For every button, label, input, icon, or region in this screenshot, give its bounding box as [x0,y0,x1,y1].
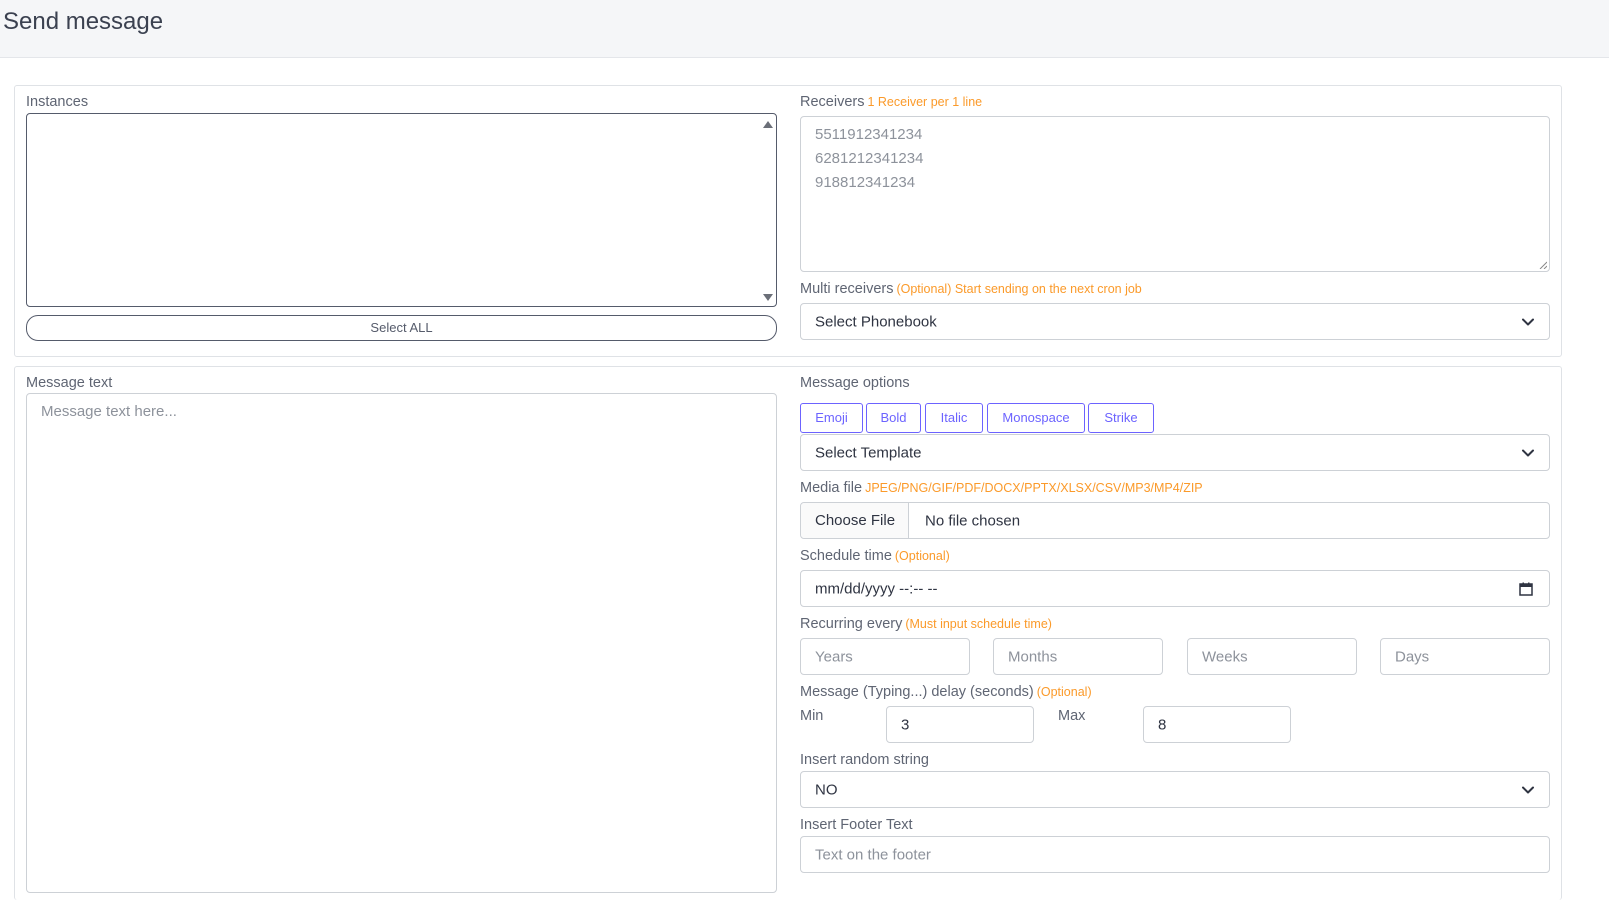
chevron-down-icon [1522,318,1534,325]
template-select[interactable]: Select Template [800,434,1550,471]
schedule-label: Schedule time (Optional) [800,548,950,564]
delay-min-label: Min [800,708,824,724]
media-file-input[interactable]: Choose File No file chosen [800,502,1550,539]
choose-file-button[interactable]: Choose File [801,503,909,538]
delay-min-input[interactable]: 3 [886,706,1034,743]
schedule-hint: (Optional) [894,549,950,563]
multi-receivers-label-text: Multi receivers [800,281,894,297]
multi-receivers-label: Multi receivers (Optional) Start sending … [800,281,1142,297]
schedule-datetime-input[interactable]: mm/dd/yyyy --:-- -- [800,570,1550,607]
media-file-label: Media file JPEG/PNG/GIF/PDF/DOCX/PPTX/XLS… [800,480,1203,496]
bold-button[interactable]: Bold [866,403,921,433]
schedule-value: mm/dd/yyyy --:-- -- [815,580,938,597]
footer-text-placeholder: Text on the footer [815,846,931,863]
media-file-label-text: Media file [800,480,863,496]
media-file-hint: JPEG/PNG/GIF/PDF/DOCX/PPTX/XLSX/CSV/MP3/… [865,481,1203,495]
recurring-days-input[interactable]: Days [1380,638,1550,675]
recurring-label: Recurring every (Must input schedule time… [800,616,1052,632]
receivers-placeholder-line: 5511912341234 [815,126,923,143]
recurring-years-placeholder: Years [815,648,853,665]
recurring-label-text: Recurring every [800,616,903,632]
receivers-label: Receivers 1 Receiver per 1 line [800,94,982,110]
delay-label: Message (Typing...) delay (seconds) (Opti… [800,684,1092,700]
monospace-button[interactable]: Monospace [987,403,1085,433]
receivers-hint: 1 Receiver per 1 line [867,95,983,109]
footer-text-input[interactable]: Text on the footer [800,836,1550,873]
message-placeholder: Message text here... [41,403,177,420]
instances-label: Instances [26,94,89,110]
recurring-weeks-placeholder: Weeks [1202,648,1248,665]
message-textarea[interactable]: Message text here... [26,393,777,893]
recurring-years-input[interactable]: Years [800,638,970,675]
multi-receivers-hint: (Optional) Start sending on the next cro… [896,282,1142,296]
select-all-button[interactable]: Select ALL [26,315,777,341]
italic-button[interactable]: Italic [925,403,983,433]
instances-listbox[interactable] [26,113,777,307]
delay-max-label: Max [1058,708,1086,724]
recurring-hint: (Must input schedule time) [905,617,1052,631]
delay-hint: (Optional) [1036,685,1092,699]
receivers-placeholder-line: 6281212341234 [815,150,924,167]
message-options-label: Message options [800,375,910,391]
strike-button[interactable]: Strike [1088,403,1154,433]
delay-max-value: 8 [1158,716,1167,733]
message-text-label: Message text [26,375,113,391]
file-status: No file chosen [925,512,1021,529]
template-select-value: Select Template [815,444,922,461]
recurring-weeks-input[interactable]: Weeks [1187,638,1357,675]
receivers-placeholder-line: 918812341234 [815,174,916,191]
chevron-down-icon [1522,786,1534,793]
phonebook-select-value: Select Phonebook [815,313,937,330]
resize-handle-icon[interactable] [1539,261,1547,269]
receivers-textarea[interactable]: 5511912341234 6281212341234 918812341234 [800,116,1550,272]
receivers-label-text: Receivers [800,94,865,110]
delay-max-input[interactable]: 8 [1143,706,1291,743]
recurring-months-input[interactable]: Months [993,638,1163,675]
footer-text-label: Insert Footer Text [800,817,913,833]
delay-min-value: 3 [901,716,910,733]
random-string-select[interactable]: NO [800,771,1550,808]
recurring-days-placeholder: Days [1395,648,1430,665]
page-title: Send message [3,8,164,35]
recurring-months-placeholder: Months [1008,648,1058,665]
delay-label-text: Message (Typing...) delay (seconds) [800,684,1034,700]
scroll-up-icon[interactable] [763,121,773,128]
random-string-label: Insert random string [800,752,929,768]
phonebook-select[interactable]: Select Phonebook [800,303,1550,340]
chevron-down-icon [1522,449,1534,456]
scroll-down-icon[interactable] [763,294,773,301]
calendar-icon[interactable] [1519,582,1533,596]
schedule-label-text: Schedule time [800,548,892,564]
emoji-button[interactable]: Emoji [800,403,863,433]
random-string-value: NO [815,781,838,798]
